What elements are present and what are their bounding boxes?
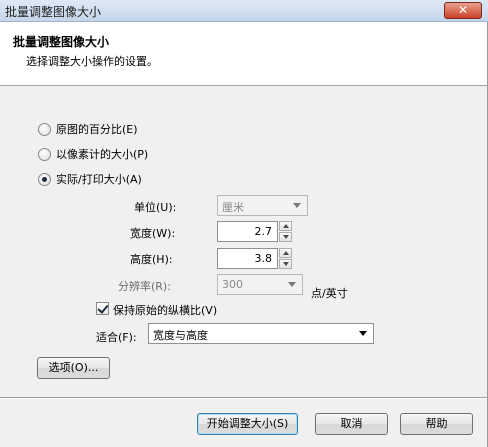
width-label: 宽度(W): bbox=[130, 227, 176, 240]
keep-ratio-label: 保持原始的纵横比(V) bbox=[113, 304, 218, 317]
radio-pixels-indicator[interactable] bbox=[38, 147, 51, 161]
unit-dropdown[interactable]: 厘米 bbox=[217, 195, 308, 216]
spin-down-icon[interactable] bbox=[279, 232, 292, 242]
title-bar: 批量调整图像大小 ✕ bbox=[0, 0, 488, 22]
chevron-down-icon bbox=[359, 331, 367, 336]
resolution-unit: 点/英寸 bbox=[311, 287, 348, 300]
height-input[interactable]: 3.8 bbox=[217, 248, 278, 269]
chevron-down-icon bbox=[288, 282, 296, 287]
radio-percent[interactable]: 原图的百分比(E) bbox=[38, 121, 138, 137]
radio-percent-label: 原图的百分比(E) bbox=[56, 123, 138, 136]
fit-dropdown[interactable]: 宽度与高度 bbox=[148, 323, 374, 344]
width-stepper[interactable] bbox=[279, 221, 292, 242]
resolution-value: 300 bbox=[222, 278, 243, 291]
radio-print-size-indicator[interactable] bbox=[38, 172, 51, 186]
options-button[interactable]: 选项(O)... bbox=[37, 357, 110, 379]
header-title: 批量调整图像大小 bbox=[13, 35, 110, 49]
cancel-button[interactable]: 取消 bbox=[315, 413, 388, 435]
fit-value: 宽度与高度 bbox=[153, 329, 208, 342]
resolution-label: 分辨率(R): bbox=[118, 280, 171, 293]
spin-down-icon[interactable] bbox=[279, 259, 292, 269]
radio-pixels-label: 以像素计的大小(P) bbox=[56, 148, 149, 161]
help-button[interactable]: 帮助 bbox=[400, 413, 473, 435]
unit-label: 单位(U): bbox=[134, 201, 177, 214]
header-subtitle: 选择调整大小操作的设置。 bbox=[26, 55, 158, 68]
fit-label: 适合(F): bbox=[96, 331, 137, 344]
keep-ratio-checkbox[interactable] bbox=[96, 302, 109, 315]
dialog-header: 批量调整图像大小 选择调整大小操作的设置。 bbox=[0, 22, 488, 86]
radio-print-size-label: 实际/打印大小(A) bbox=[56, 173, 142, 186]
footer-divider bbox=[0, 397, 488, 399]
unit-value: 厘米 bbox=[222, 201, 244, 214]
radio-percent-indicator[interactable] bbox=[38, 122, 51, 136]
window-title: 批量调整图像大小 bbox=[5, 5, 102, 19]
start-resize-button[interactable]: 开始调整大小(S) bbox=[197, 413, 298, 435]
close-icon: ✕ bbox=[457, 3, 469, 17]
spin-up-icon[interactable] bbox=[279, 248, 292, 258]
radio-pixels[interactable]: 以像素计的大小(P) bbox=[38, 146, 148, 162]
resolution-dropdown[interactable]: 300 bbox=[217, 274, 303, 295]
chevron-down-icon bbox=[293, 203, 301, 208]
width-input[interactable]: 2.7 bbox=[217, 221, 278, 242]
height-stepper[interactable] bbox=[279, 248, 292, 269]
radio-print-size[interactable]: 实际/打印大小(A) bbox=[38, 171, 142, 187]
height-label: 高度(H): bbox=[130, 253, 173, 266]
spin-up-icon[interactable] bbox=[279, 221, 292, 231]
close-button[interactable]: ✕ bbox=[444, 2, 482, 19]
